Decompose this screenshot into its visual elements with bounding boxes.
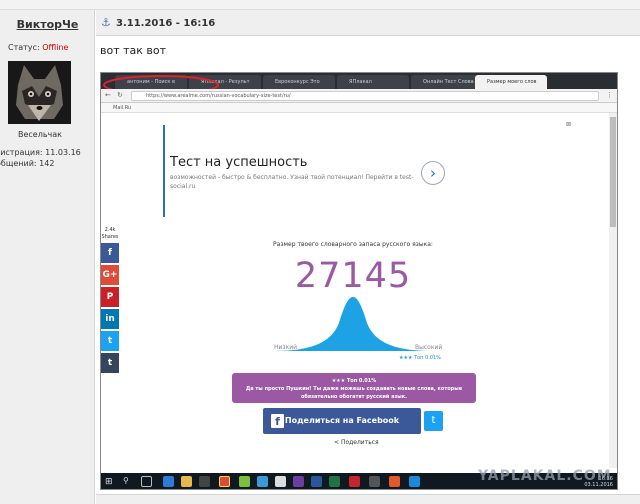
tumblr-share-icon: t bbox=[101, 353, 119, 373]
result-caption: Размер твоего словарного запаса русского… bbox=[273, 241, 433, 248]
scrollbar bbox=[609, 113, 617, 468]
bottom-strip bbox=[96, 494, 640, 504]
share-link-label: Поделиться bbox=[340, 439, 379, 446]
browser-tab: Онлайн Тест Слова bbox=[411, 75, 481, 89]
user-meta: гистрация: 11.03.16 общений: 142 bbox=[0, 147, 81, 169]
browser-tab-active: Размер моего слов bbox=[475, 75, 547, 89]
facebook-share-button: f Поделиться на Facebook bbox=[263, 408, 421, 434]
facebook-share-label: Поделиться на Facebook bbox=[284, 416, 400, 425]
chrome-icon bbox=[219, 476, 230, 487]
app-icon bbox=[369, 476, 380, 487]
app-icon bbox=[239, 476, 250, 487]
back-icon: ← bbox=[105, 91, 111, 99]
app-icon bbox=[257, 476, 268, 487]
store-icon bbox=[199, 476, 210, 487]
top-percent-label: ★★★ Топ 0.01% bbox=[399, 355, 441, 361]
windows-start-icon: ⊞ bbox=[105, 477, 113, 487]
user-sidebar: ВикторЧе Статус: Offline Весельчак гистр… bbox=[0, 10, 95, 504]
post-date: 3.11.2016 - 16:16 bbox=[116, 18, 216, 29]
status-value: Offline bbox=[42, 43, 69, 52]
pdf-icon bbox=[349, 476, 360, 487]
twitter-share-icon: t bbox=[101, 331, 119, 351]
menu-icon: ⋮ bbox=[606, 91, 613, 99]
browser-addressbar: ← ↻ https://www.arealme.com/russian-voca… bbox=[101, 89, 617, 103]
share-icon: < bbox=[334, 439, 340, 446]
ad-title: Тест на успешность bbox=[170, 155, 308, 170]
reload-icon: ↻ bbox=[117, 91, 123, 99]
embedded-screenshot[interactable]: антоним - Поиск в ЯПлакал - Результ Евро… bbox=[100, 72, 618, 490]
high-label: Высокий bbox=[415, 344, 443, 351]
post-header: ⚓ 3.11.2016 - 16:16 bbox=[96, 10, 640, 36]
task-view-icon bbox=[141, 476, 152, 487]
twitter-share-button: t bbox=[424, 411, 443, 431]
result-score: 27145 bbox=[294, 256, 412, 296]
watermark: YAPLAKAL.COM bbox=[478, 468, 612, 484]
post-text: вот так вот bbox=[100, 44, 167, 57]
ad-arrow-icon: › bbox=[421, 161, 445, 185]
result-banner-text: Да ты просто Пушкин! Ты даже можешь созд… bbox=[245, 386, 463, 400]
share-count-label: Shares bbox=[101, 234, 119, 240]
excel-icon bbox=[329, 476, 340, 487]
share-link: < Поделиться bbox=[334, 439, 379, 446]
browser-tab: Евроконкурс Это bbox=[263, 75, 335, 89]
search-icon: ⚲ bbox=[123, 476, 129, 485]
avatar[interactable] bbox=[8, 61, 71, 124]
ad-close-icon: ⊠ bbox=[565, 121, 571, 128]
anchor-icon[interactable]: ⚓ bbox=[101, 16, 111, 29]
share-count-value: 2.4k bbox=[104, 227, 116, 233]
result-banner-title: ★★★ Топ 0.01% bbox=[331, 378, 377, 384]
low-label: Низкий bbox=[274, 344, 298, 351]
ad-block: Тест на успешность возможностей - быстро… bbox=[163, 125, 453, 217]
linkedin-share-icon: in bbox=[101, 309, 119, 329]
user-rank: Весельчак bbox=[17, 130, 63, 139]
ad-text: возможностей - быстро & бесплатно. Узнай… bbox=[170, 174, 414, 190]
browser-tabstrip: антоним - Поиск в ЯПлакал - Результ Евро… bbox=[101, 73, 617, 95]
username-link[interactable]: ВикторЧе bbox=[0, 18, 95, 31]
app-icon bbox=[409, 476, 420, 487]
facebook-icon: f bbox=[271, 414, 284, 428]
folder-icon bbox=[181, 476, 192, 487]
app-icon bbox=[293, 476, 304, 487]
bookmark-item: Mail.Ru bbox=[101, 103, 617, 113]
registration-date: гистрация: 11.03.16 bbox=[0, 148, 81, 157]
word-icon bbox=[311, 476, 322, 487]
app-icon bbox=[275, 476, 286, 487]
top-strip bbox=[0, 0, 640, 10]
status-label: Статус: bbox=[8, 43, 40, 52]
result-banner: ★★★ Топ 0.01% Да ты просто Пушкин! Ты да… bbox=[232, 373, 476, 403]
message-count: общений: 142 bbox=[0, 159, 55, 168]
url-field: https://www.arealme.com/russian-vocabula… bbox=[131, 91, 599, 101]
browser-tab: ЯПлакал bbox=[337, 75, 409, 89]
user-status: Статус: Offline bbox=[8, 43, 68, 52]
app-icon bbox=[389, 476, 400, 487]
edge-icon bbox=[163, 476, 174, 487]
scrollbar-thumb bbox=[610, 117, 616, 227]
